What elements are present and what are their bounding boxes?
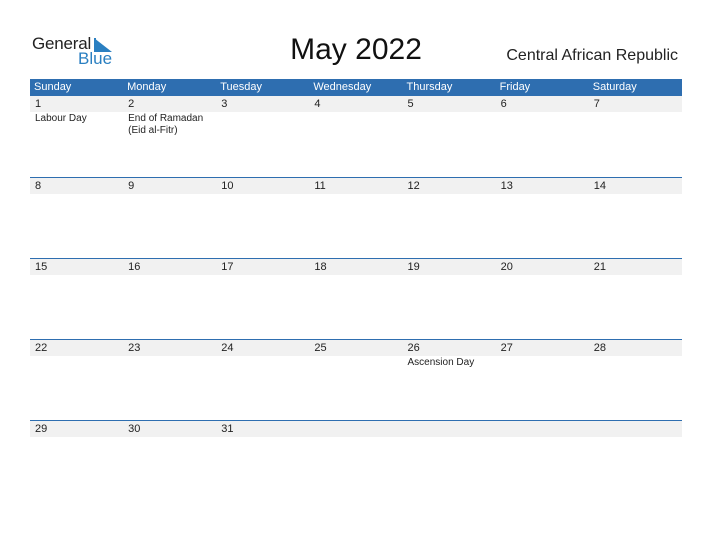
day-cell: 9 — [123, 178, 216, 195]
day-number: 4 — [314, 98, 321, 110]
day-cell — [589, 421, 682, 438]
day-cell: 17 — [216, 259, 309, 276]
day-number — [408, 421, 496, 437]
day-number: 7 — [593, 98, 600, 110]
day-number: 13 — [500, 180, 513, 192]
day-cell: 11 — [309, 178, 402, 195]
weekday-tuesday: Tuesday — [220, 81, 263, 93]
day-number: 8 — [35, 180, 42, 192]
day-number: 3 — [221, 98, 228, 110]
day-number: 18 — [314, 261, 327, 273]
day-cell: 3 — [216, 96, 309, 137]
day-number: 16 — [128, 261, 141, 273]
holiday-label: Labour Day — [35, 113, 87, 124]
day-number: 9 — [128, 180, 135, 192]
day-cell: 23 — [123, 340, 216, 369]
day-number: 5 — [407, 98, 414, 110]
day-cell: 7 — [589, 96, 682, 137]
weeks: 1 Labour Day 2 End of Ramadan (Eid al-Fitr)… — [30, 96, 682, 501]
day-number: 12 — [407, 180, 420, 192]
day-cell: 27 — [496, 340, 589, 369]
day-number: 30 — [128, 423, 141, 435]
day-cell: 26 Ascension Day — [403, 340, 496, 369]
week-cells: 22 23 24 25 26 Ascension Day 27 28 — [30, 340, 682, 369]
day-number: 25 — [314, 342, 327, 354]
weekday-sunday: Sunday — [34, 81, 72, 93]
day-cell — [309, 421, 402, 438]
day-number: 17 — [221, 261, 234, 273]
day-cell: 18 — [309, 259, 402, 276]
day-number: 22 — [35, 342, 48, 354]
holiday-label: Ascension Day — [407, 357, 475, 368]
day-cell: 8 — [30, 178, 123, 195]
day-number: 10 — [221, 180, 234, 192]
day-cell: 20 — [496, 259, 589, 276]
day-number: 20 — [500, 261, 513, 273]
day-number: 31 — [221, 423, 234, 435]
calendar: Sunday Monday Tuesday Wednesday Thursday… — [30, 79, 682, 501]
day-number — [501, 421, 589, 437]
month-year: May 2022 — [290, 33, 422, 66]
weekday-friday: Friday — [499, 81, 531, 93]
week-row: 29 30 31 — [30, 420, 682, 501]
day-number: 23 — [128, 342, 141, 354]
weekday-monday: Monday — [127, 81, 167, 93]
week-row: 22 23 24 25 26 Ascension Day 27 28 — [30, 339, 682, 420]
day-cell: 30 — [123, 421, 216, 438]
day-cell: 2 End of Ramadan (Eid al-Fitr) — [123, 96, 216, 137]
day-cell: 13 — [496, 178, 589, 195]
weekday-saturday: Saturday — [592, 81, 637, 93]
day-number: 6 — [500, 98, 507, 110]
weekday-thursday: Thursday — [406, 81, 453, 93]
day-number — [594, 421, 682, 437]
day-cell: 14 — [589, 178, 682, 195]
day-cell: 16 — [123, 259, 216, 276]
week-row: 15 16 17 18 19 20 21 — [30, 258, 682, 339]
day-cell: 4 — [309, 96, 402, 137]
week-row: 8 9 10 11 12 13 14 — [30, 177, 682, 258]
day-number: 15 — [35, 261, 48, 273]
day-cell: 22 — [30, 340, 123, 369]
weekday-wednesday: Wednesday — [313, 81, 372, 93]
day-cell — [403, 421, 496, 438]
day-cell: 6 — [496, 96, 589, 137]
day-cell: 29 — [30, 421, 123, 438]
weekday-header: Sunday Monday Tuesday Wednesday Thursday… — [30, 79, 682, 96]
week-cells: 15 16 17 18 19 20 21 — [30, 259, 682, 276]
day-number: 14 — [593, 180, 606, 192]
day-cell: 19 — [403, 259, 496, 276]
day-number: 28 — [593, 342, 606, 354]
day-number: 19 — [407, 261, 420, 273]
day-cell: 25 — [309, 340, 402, 369]
day-cell — [496, 421, 589, 438]
day-number: 21 — [593, 261, 606, 273]
day-number: 2 — [128, 98, 135, 110]
week-cells: 29 30 31 — [30, 421, 682, 438]
day-number: 27 — [500, 342, 513, 354]
week-row: 1 Labour Day 2 End of Ramadan (Eid al-Fitr)… — [30, 96, 682, 177]
day-number: 26 — [407, 342, 420, 354]
day-number: 24 — [221, 342, 234, 354]
week-cells: 8 9 10 11 12 13 14 — [30, 178, 682, 195]
day-number: 29 — [35, 423, 48, 435]
day-cell: 10 — [216, 178, 309, 195]
day-cell: 28 — [589, 340, 682, 369]
day-cell: 1 Labour Day — [30, 96, 123, 137]
day-cell: 5 — [403, 96, 496, 137]
day-cell: 15 — [30, 259, 123, 276]
day-number — [314, 421, 402, 437]
day-cell: 31 — [216, 421, 309, 438]
day-number: 1 — [35, 98, 42, 110]
day-cell: 12 — [403, 178, 496, 195]
week-cells: 1 Labour Day 2 End of Ramadan (Eid al-Fitr)… — [30, 96, 682, 137]
day-cell: 24 — [216, 340, 309, 369]
country-label: Central African Republic — [506, 47, 678, 64]
day-number: 11 — [314, 180, 326, 192]
day-cell: 21 — [589, 259, 682, 276]
holiday-label: End of Ramadan (Eid al-Fitr) — [128, 113, 204, 136]
